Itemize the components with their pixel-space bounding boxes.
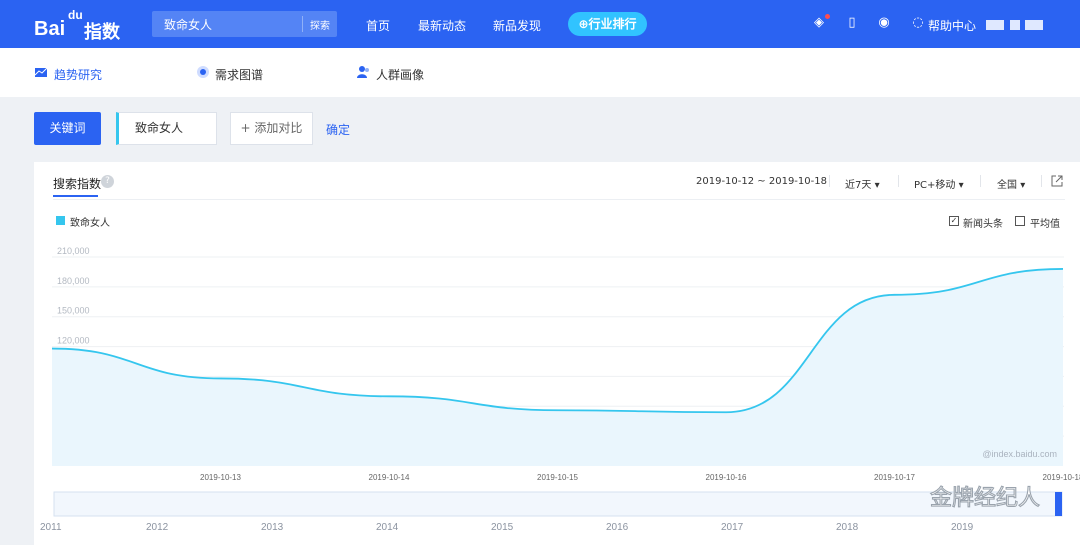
timeline-year-label: 2011 — [40, 522, 62, 533]
timeline-track — [53, 491, 1063, 517]
timeline-year-label: 2016 — [606, 522, 629, 533]
timeline-year-label: 2015 — [491, 522, 514, 533]
x-tick-label: 2019-10-17 — [874, 473, 915, 482]
y-tick-label: 180,000 — [57, 276, 90, 286]
timeline-year-label: 2014 — [376, 522, 399, 533]
timeline-year-label: 2013 — [261, 522, 284, 533]
search-index-chart: 30,00060,00090,000120,000150,000180,0002… — [40, 246, 1080, 533]
y-tick-label: 210,000 — [57, 246, 90, 256]
x-tick-label: 2019-10-13 — [200, 473, 241, 482]
timeline-scrubber: 2011 2012 2013 2014 2015 2016 2017 2018 2019 — [40, 491, 1063, 533]
timeline-year-label: 2012 — [146, 522, 169, 533]
timeline-year-label: 2018 — [836, 522, 859, 533]
timeline-year-label: 2017 — [721, 522, 744, 533]
index-watermark: @index.baidu.com — [982, 449, 1057, 459]
x-tick-label: 2019-10-14 — [369, 473, 410, 482]
x-axis-ticks: 2019-10-13 2019-10-14 2019-10-15 2019-10-16… — [200, 473, 1080, 482]
y-tick-label: 150,000 — [57, 306, 90, 316]
y-tick-label: 120,000 — [57, 336, 90, 346]
x-tick-label: 2019-10-15 — [537, 473, 578, 482]
x-tick-label: 2019-10-16 — [706, 473, 747, 482]
overlay-watermark: 金牌经纪人 — [930, 486, 1040, 511]
timeline-year-label: 2019 — [951, 522, 974, 533]
timeline-handle — [1055, 492, 1062, 516]
x-tick-label: 2019-10-18 — [1043, 473, 1080, 482]
